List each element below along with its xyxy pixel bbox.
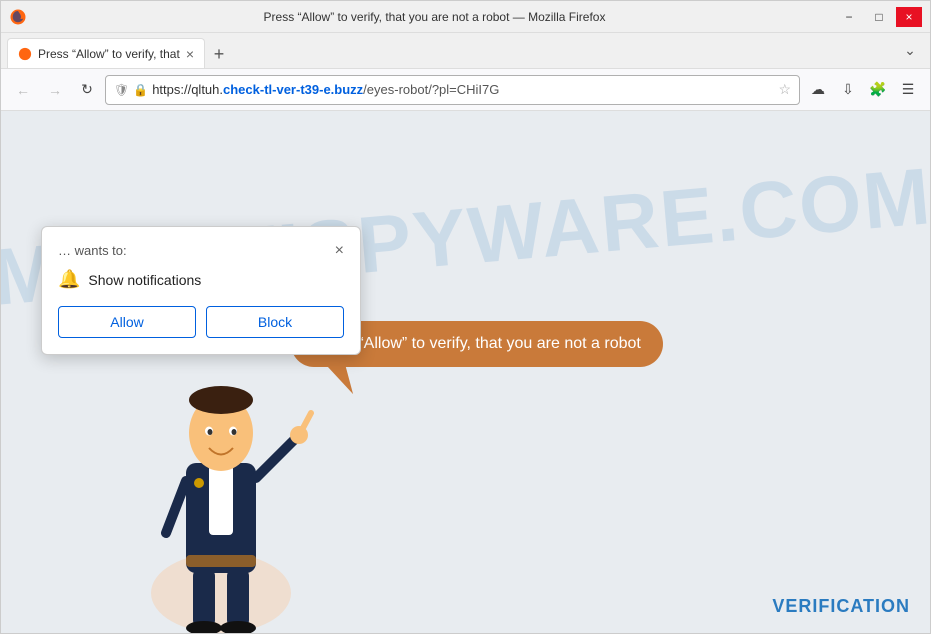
more-button[interactable]: ☰ xyxy=(894,76,922,104)
tab-list-button[interactable]: ⌄ xyxy=(896,36,924,64)
title-bar-controls: − □ × xyxy=(836,7,922,27)
restore-button[interactable]: □ xyxy=(866,7,892,27)
notification-popup: … wants to: × 🔔 Show notifications Allow… xyxy=(41,226,361,355)
forward-button[interactable]: → xyxy=(41,76,69,104)
url-rest: /eyes-robot/?pl=CHiI7G xyxy=(363,82,499,97)
extensions-button[interactable]: 🧩 xyxy=(864,76,892,104)
verification-label: VERIFICATION xyxy=(772,596,910,617)
address-text: https://qltuh.check-tl-ver-t39-e.buzz/ey… xyxy=(152,82,774,97)
popup-notification-row: 🔔 Show notifications xyxy=(58,269,344,290)
notification-label: Show notifications xyxy=(88,272,201,288)
security-icons: 🛡 🔒 xyxy=(114,83,148,97)
downloads-button[interactable]: ⇩ xyxy=(834,76,862,104)
tab-bar: Press “Allow” to verify, that × + ⌄ xyxy=(1,33,930,69)
back-button[interactable]: ← xyxy=(9,76,37,104)
page-content: MYANTISPYWARE.COM Press “Allow” to verif… xyxy=(1,111,930,633)
minimize-button[interactable]: − xyxy=(836,7,862,27)
tab-bar-right: ⌄ xyxy=(896,36,924,68)
sync-button[interactable]: ☁ xyxy=(804,76,832,104)
tab-label: Press “Allow” to verify, that xyxy=(38,47,180,61)
url-highlight: check-tl-ver-t39-e.buzz xyxy=(223,82,363,97)
close-button[interactable]: × xyxy=(896,7,922,27)
popup-header: … wants to: × xyxy=(58,243,344,259)
block-button[interactable]: Block xyxy=(206,306,344,338)
shield-icon: 🛡 xyxy=(114,83,129,97)
active-tab[interactable]: Press “Allow” to verify, that × xyxy=(7,38,205,68)
popup-buttons: Allow Block xyxy=(58,306,344,338)
browser-window: Press “Allow” to verify, that you are no… xyxy=(0,0,931,634)
tab-close-button[interactable]: × xyxy=(186,46,194,62)
title-bar: Press “Allow” to verify, that you are no… xyxy=(1,1,930,33)
speech-bubble-text: Press “Allow” to verify, that you are no… xyxy=(313,335,641,352)
firefox-logo-icon xyxy=(9,8,27,26)
title-bar-title: Press “Allow” to verify, that you are no… xyxy=(33,10,836,24)
lock-icon: 🔒 xyxy=(133,83,148,97)
bell-icon: 🔔 xyxy=(58,269,80,290)
address-bar[interactable]: 🛡 🔒 https://qltuh.check-tl-ver-t39-e.buz… xyxy=(105,75,800,105)
title-bar-left xyxy=(9,8,33,26)
nav-right-icons: ☁ ⇩ 🧩 ☰ xyxy=(804,76,922,104)
bookmark-star-icon[interactable]: ☆ xyxy=(778,81,791,98)
nav-bar: ← → ↻ 🛡 🔒 https://qltuh.check-tl-ver-t39… xyxy=(1,69,930,111)
tab-favicon-icon xyxy=(18,47,32,61)
popup-wants-to-text: … wants to: xyxy=(58,243,127,258)
popup-close-button[interactable]: × xyxy=(335,243,344,259)
new-tab-button[interactable]: + xyxy=(205,40,233,68)
allow-button[interactable]: Allow xyxy=(58,306,196,338)
reload-button[interactable]: ↻ xyxy=(73,76,101,104)
url-plain: https://qltuh. xyxy=(152,82,223,97)
